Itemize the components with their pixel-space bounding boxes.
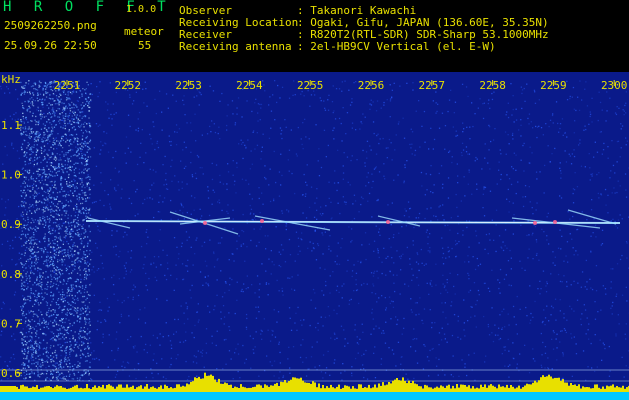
- time-tick-label: 2300: [601, 79, 628, 92]
- time-tick-label: 2252: [115, 79, 142, 92]
- freq-tick-label: 1.1: [1, 119, 21, 132]
- observation-datetime: 25.09.26 22:50: [4, 39, 97, 52]
- time-tick-label: 2255: [297, 79, 324, 92]
- freq-tick-label: 0.9: [1, 218, 21, 231]
- antenna-value: : 2el-HB9CV Vertical (el. E-W): [297, 40, 496, 53]
- time-tick-label: 2259: [540, 79, 567, 92]
- time-tick-label: 2257: [419, 79, 446, 92]
- app-version: 1.0.0: [126, 4, 157, 15]
- header-panel: H R O F F T 1.0.0 2509262250.png meteor …: [0, 0, 629, 72]
- freq-tick-label: 0.7: [1, 317, 21, 330]
- time-tick-label: 2251: [54, 79, 81, 92]
- freq-tick-label: 0.6: [1, 367, 21, 380]
- time-tick-label: 2254: [236, 79, 263, 92]
- antenna-label: Receiving antenna: [179, 40, 292, 53]
- freq-tick-label: 1.0: [1, 169, 21, 182]
- image-filename: 2509262250.png: [4, 19, 97, 32]
- time-tick-label: 2258: [479, 79, 506, 92]
- spectrogram: 2251 2252 2253 2254 2255 2256 2257 2258 2259 2300…: [0, 72, 629, 400]
- y-axis-unit: kHz: [1, 73, 21, 86]
- freq-tick-label: 0.8: [1, 268, 21, 281]
- time-tick-label: 2256: [358, 79, 385, 92]
- spectrogram-panel: 2251 2252 2253 2254 2255 2256 2257 2258 2259 2300…: [0, 72, 629, 400]
- detection-label: meteor: [124, 25, 164, 38]
- detection-count: 55: [138, 39, 152, 52]
- time-tick-label: 2253: [175, 79, 202, 92]
